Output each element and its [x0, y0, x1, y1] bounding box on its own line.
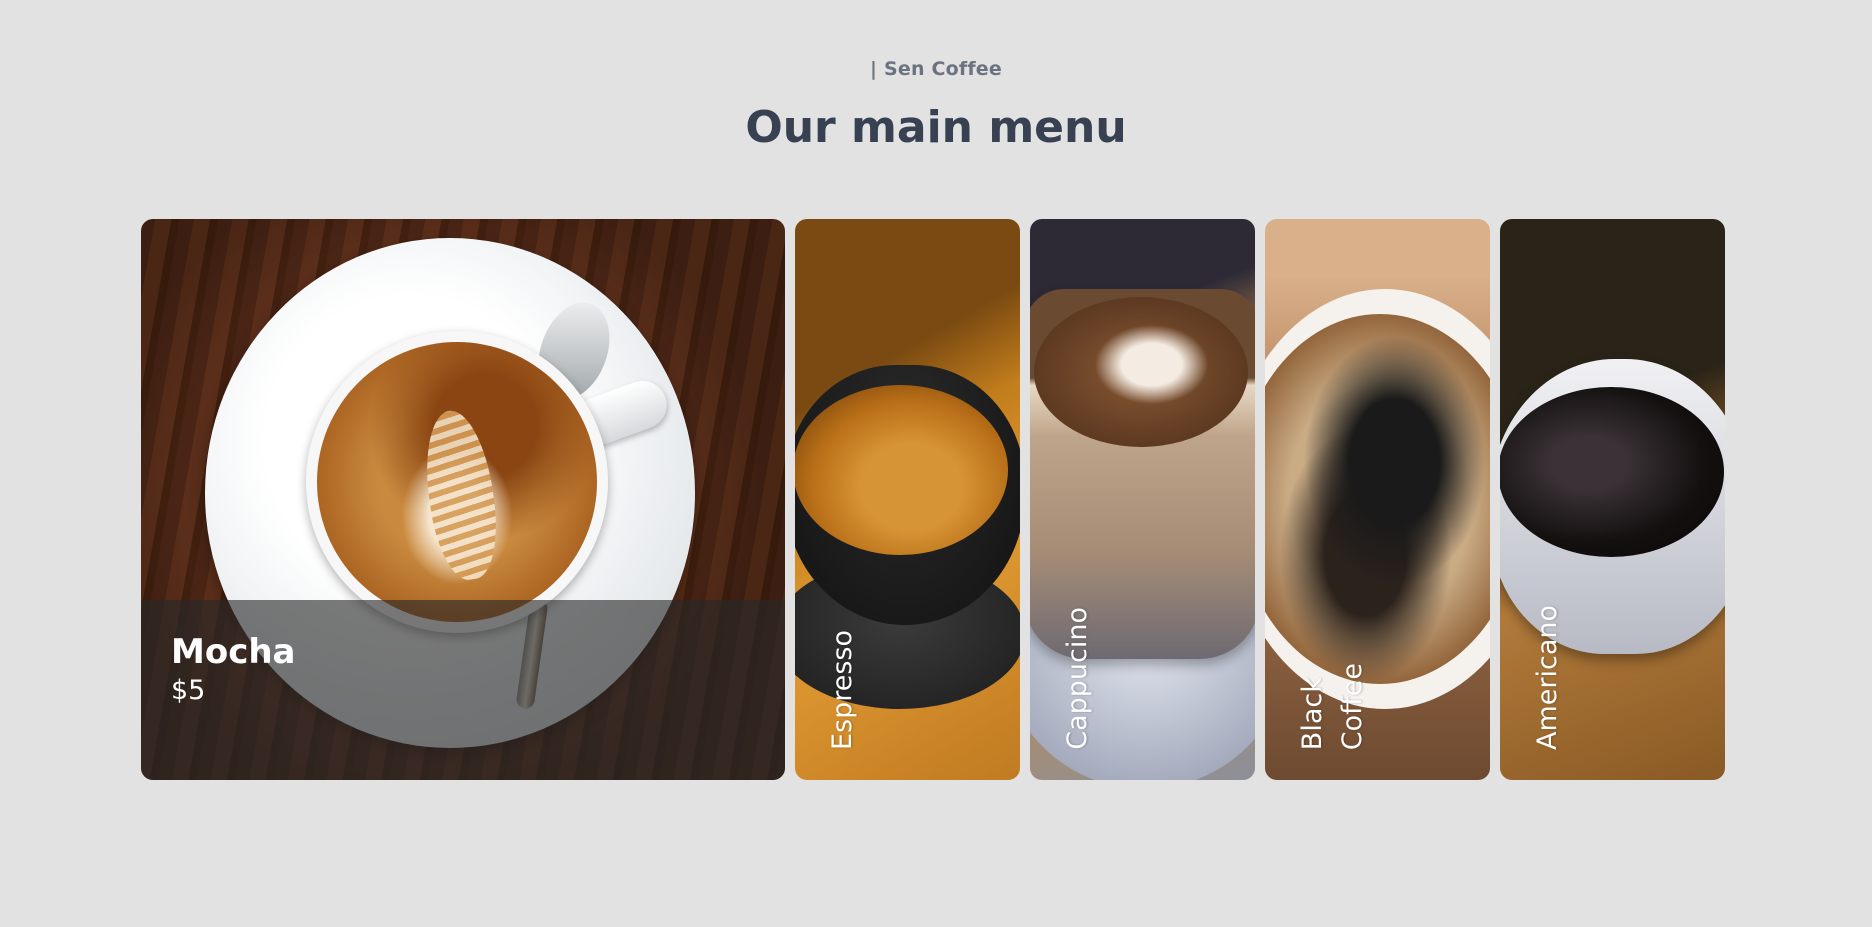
black-coffee-image — [1265, 314, 1490, 684]
coffee-cup-image — [795, 365, 1020, 625]
menu-card-mocha[interactable]: Mocha $5 — [141, 219, 785, 780]
menu-card-black-coffee[interactable]: Black Coffee — [1265, 219, 1490, 780]
crema-image — [795, 385, 1008, 555]
menu-item-name: Cappucino — [1062, 607, 1093, 750]
latte-art-image — [317, 342, 597, 622]
menu-item-price: $5 — [171, 675, 206, 706]
menu-item-name: Mocha — [171, 632, 296, 672]
americano-image — [1500, 387, 1724, 557]
card-caption-overlay — [141, 600, 785, 780]
menu-item-name: Americano — [1532, 604, 1563, 750]
coffee-cup-image — [306, 331, 608, 633]
menu-card-americano[interactable]: Americano — [1500, 219, 1725, 780]
menu-card-espresso[interactable]: Espresso — [795, 219, 1020, 780]
coffee-glass-image — [1030, 289, 1255, 659]
page-title: Our main menu — [745, 102, 1127, 153]
menu-gallery: Mocha $5 Espresso Cappucino Black Coffee — [141, 219, 1725, 780]
foam-art-image — [1034, 297, 1248, 447]
brand-eyebrow: | Sen Coffee — [870, 58, 1002, 80]
menu-item-name: Black Coffee — [1297, 662, 1368, 750]
menu-item-name: Espresso — [827, 629, 858, 750]
menu-card-cappucino[interactable]: Cappucino — [1030, 219, 1255, 780]
page: | Sen Coffee Our main menu Mocha $5 Espr… — [0, 0, 1872, 927]
leaf-pattern — [417, 406, 505, 584]
